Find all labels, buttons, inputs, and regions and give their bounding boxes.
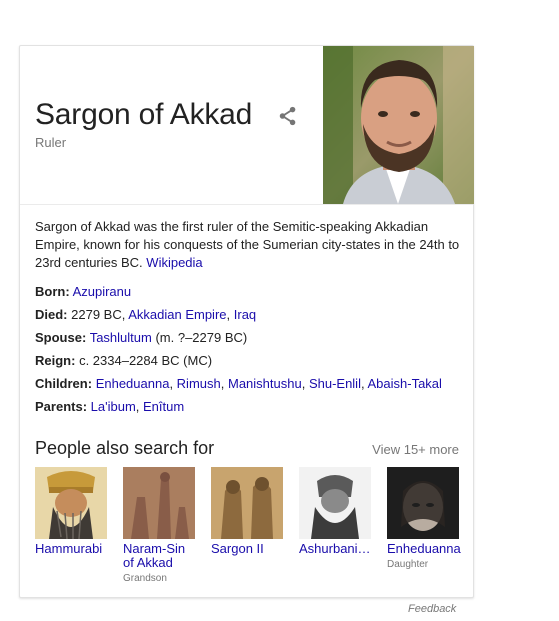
description-text: Sargon of Akkad was the first ruler of t… bbox=[35, 219, 460, 270]
fact-link[interactable]: Shu-Enlil bbox=[309, 376, 361, 391]
feedback-link[interactable]: Feedback bbox=[408, 603, 456, 615]
fact-link[interactable]: Iraq bbox=[234, 307, 256, 322]
view-more-link[interactable]: View 15+ more bbox=[372, 442, 459, 457]
fact-parents: Parents: La'ibum, Enîtum bbox=[35, 395, 465, 418]
separator: , bbox=[226, 307, 234, 322]
fact-label: Born: bbox=[35, 284, 70, 299]
person-name[interactable]: Naram-Sin of Akkad bbox=[123, 542, 197, 570]
fact-text: c. 2334–2284 BC (MC) bbox=[79, 353, 213, 368]
person-card[interactable]: Hammurabi bbox=[35, 467, 109, 556]
fact-label: Children: bbox=[35, 376, 93, 391]
separator: , bbox=[169, 376, 177, 391]
person-relation: Daughter bbox=[387, 559, 429, 570]
fact-link[interactable]: Tashlultum bbox=[90, 330, 152, 345]
fact-died: Died: 2279 BC, Akkadian Empire, Iraq bbox=[35, 303, 465, 326]
separator: , bbox=[135, 399, 144, 414]
person-name[interactable]: Sargon II bbox=[211, 542, 285, 556]
fact-children: Children: Enheduanna, Rimush, Manishtush… bbox=[35, 372, 465, 395]
fact-born: Born: Azupiranu bbox=[35, 280, 465, 303]
person-card[interactable]: Sargon II bbox=[211, 467, 285, 556]
person-name[interactable]: Enheduanna bbox=[387, 542, 461, 556]
fact-link[interactable]: Azupiranu bbox=[73, 284, 132, 299]
description: Sargon of Akkad was the first ruler of t… bbox=[35, 218, 460, 272]
fact-link[interactable]: Enheduanna bbox=[96, 376, 170, 391]
fact-link[interactable]: Akkadian Empire bbox=[128, 307, 226, 322]
fact-text: (m. ?–2279 BC) bbox=[155, 330, 248, 345]
separator: , bbox=[301, 376, 309, 391]
person-name[interactable]: Ashurbani… bbox=[299, 542, 373, 556]
profile-photo[interactable] bbox=[323, 46, 474, 204]
person-thumbnail[interactable] bbox=[211, 467, 283, 539]
people-grid: Hammurabi Naram-Sin of Akkad Grandson Sa… bbox=[35, 467, 465, 587]
fact-reign: Reign: c. 2334–2284 BC (MC) bbox=[35, 349, 465, 372]
person-thumbnail[interactable] bbox=[387, 467, 459, 539]
fact-link[interactable]: Manishtushu bbox=[228, 376, 302, 391]
people-also-search-title: People also search for bbox=[35, 438, 215, 458]
fact-text: 2279 BC, bbox=[71, 307, 126, 322]
person-card[interactable]: Naram-Sin of Akkad Grandson bbox=[123, 467, 197, 584]
fact-link[interactable]: La'ibum bbox=[91, 399, 136, 414]
fact-link[interactable]: Abaish-Takal bbox=[367, 376, 441, 391]
separator: , bbox=[220, 376, 228, 391]
fact-label: Reign: bbox=[35, 353, 76, 368]
panel-title: Sargon of Akkad bbox=[35, 98, 253, 131]
fact-label: Parents: bbox=[35, 399, 88, 414]
person-thumbnail[interactable] bbox=[35, 467, 107, 539]
panel-subtitle: Ruler bbox=[35, 135, 67, 150]
person-thumbnail[interactable] bbox=[299, 467, 371, 539]
fact-spouse: Spouse: Tashlultum (m. ?–2279 BC) bbox=[35, 326, 465, 349]
person-relation: Grandson bbox=[123, 573, 167, 584]
fact-label: Spouse: bbox=[35, 330, 87, 345]
fact-link[interactable]: Enîtum bbox=[143, 399, 184, 414]
person-card[interactable]: Ashurbani… bbox=[299, 467, 373, 556]
panel-header: Sargon of Akkad Ruler bbox=[20, 46, 474, 205]
share-icon[interactable] bbox=[277, 105, 299, 127]
knowledge-panel: Sargon of Akkad Ruler Sargon of Akkad wa… bbox=[19, 45, 474, 598]
person-name[interactable]: Hammurabi bbox=[35, 542, 109, 556]
fact-label: Died: bbox=[35, 307, 68, 322]
person-card[interactable]: Enheduanna Daughter bbox=[387, 467, 461, 570]
wikipedia-link[interactable]: Wikipedia bbox=[146, 255, 202, 270]
fact-link[interactable]: Rimush bbox=[177, 376, 221, 391]
person-thumbnail[interactable] bbox=[123, 467, 195, 539]
facts-list: Born: Azupiranu Died: 2279 BC, Akkadian … bbox=[35, 280, 465, 418]
